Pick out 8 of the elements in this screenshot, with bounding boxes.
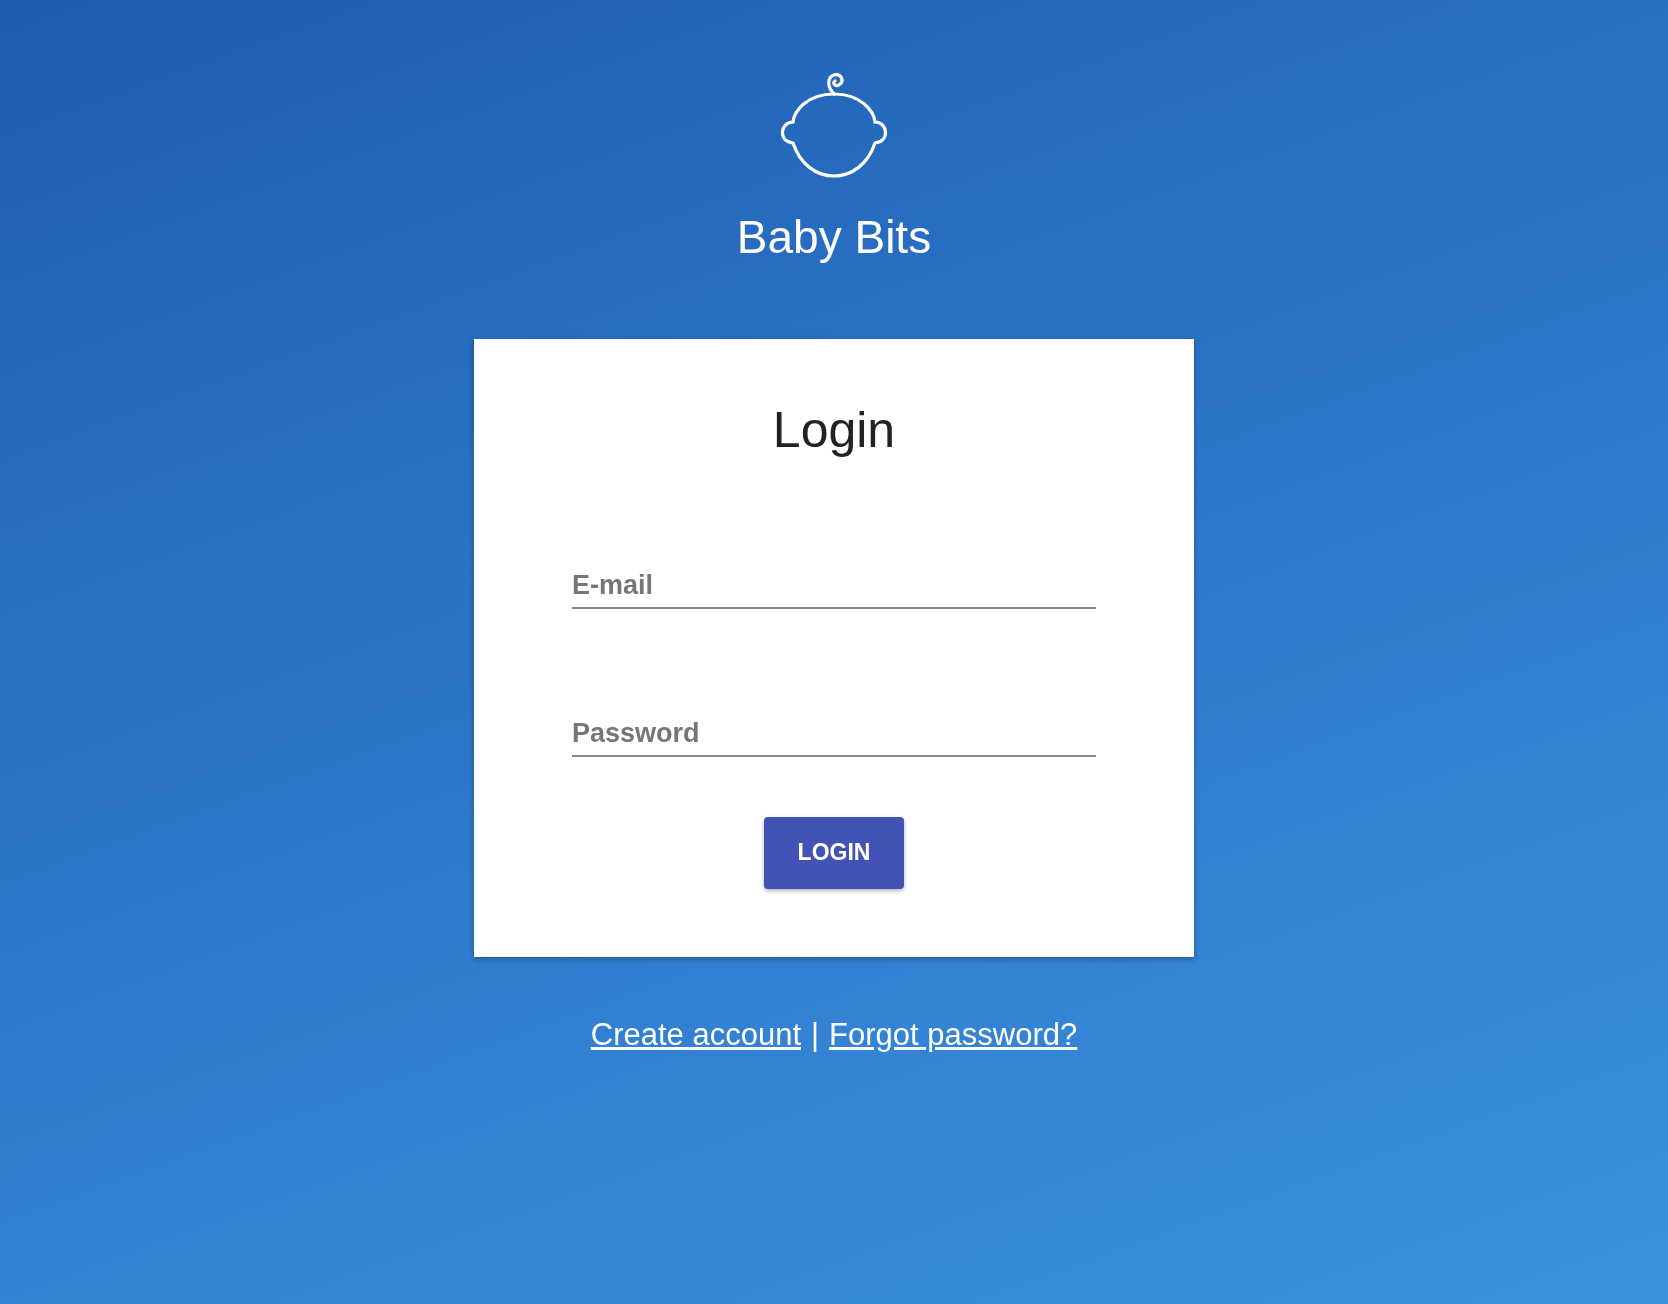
login-button[interactable]: LOGIN (764, 816, 904, 889)
login-heading: Login (772, 402, 896, 458)
app-title: Baby Bits (736, 212, 932, 263)
input-field[interactable]: Password (572, 711, 1096, 757)
link[interactable]: Create account (590, 1016, 801, 1053)
separator-text: | (811, 1016, 820, 1053)
link[interactable]: Forgot password? (829, 1016, 1078, 1053)
input-field[interactable]: E-mail (572, 563, 1096, 609)
